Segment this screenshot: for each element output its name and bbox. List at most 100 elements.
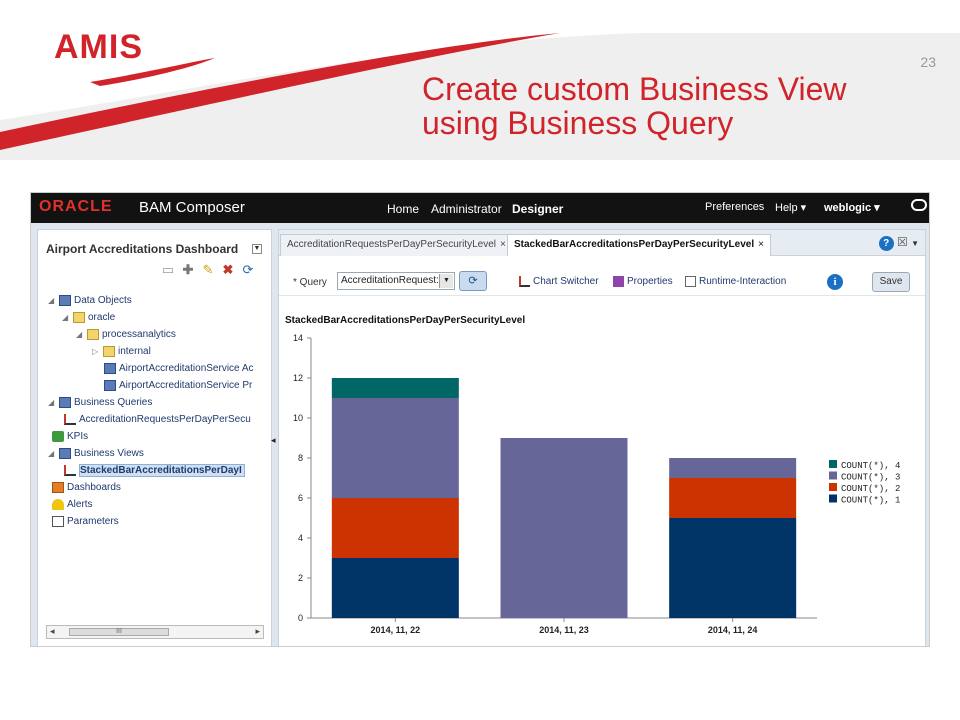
new-folder-icon[interactable]: ▭ <box>158 262 178 278</box>
bar-segment <box>331 398 459 498</box>
query-refresh-button[interactable]: ⟳ <box>459 271 487 291</box>
right-panel: AccreditationRequestsPerDayPerSecurityLe… <box>278 229 926 646</box>
add-icon[interactable]: ✚ <box>178 262 198 278</box>
chart-switcher-icon <box>519 276 530 287</box>
info-icon[interactable]: i <box>827 274 843 290</box>
horizontal-scrollbar[interactable]: ◂ III ▸ <box>46 625 264 639</box>
y-tick-label: 14 <box>293 333 303 343</box>
left-panel: Airport Accreditations Dashboard ▼ ▭ ✚ ✎ ✖ ⟳… <box>37 229 272 646</box>
expanded-icon[interactable]: ◢ <box>48 296 56 305</box>
expanded-icon[interactable]: ◢ <box>48 449 56 458</box>
oracle-logo: ORACLE <box>39 198 113 215</box>
nav-designer[interactable]: Designer <box>512 202 563 216</box>
close-tab-icon[interactable]: × <box>500 239 506 250</box>
scroll-thumb[interactable]: III <box>69 628 169 636</box>
y-tick-label: 2 <box>298 573 303 583</box>
tree-item-kpis[interactable]: KPIs <box>52 428 88 444</box>
slide-title-line2: using Business Query <box>422 105 734 141</box>
bar-segment <box>331 558 459 618</box>
x-tick-label: 2014, 11, 23 <box>539 625 589 635</box>
dashboard-dropdown-icon[interactable]: ▼ <box>252 244 262 254</box>
scroll-right-icon[interactable]: ▸ <box>255 626 260 637</box>
tree-item-accreditation-service-pr[interactable]: AirportAccreditationService Pr <box>104 377 252 393</box>
x-tick-label: 2014, 11, 22 <box>371 625 421 635</box>
bar-segment <box>331 378 459 398</box>
bar-segment <box>669 458 797 478</box>
nav-home[interactable]: Home <box>387 202 419 216</box>
slide-title: Create custom Business View using Busine… <box>422 72 922 140</box>
tab-stacked-bar[interactable]: StackedBarAccreditationsPerDayPerSecurit… <box>507 234 771 256</box>
tree-item-processanalytics[interactable]: ◢ processanalytics <box>76 326 176 342</box>
expanded-icon[interactable]: ◢ <box>48 398 56 407</box>
tree-item-query[interactable]: AccreditationRequestsPerDayPerSecu <box>64 411 251 427</box>
delete-icon[interactable]: ✖ <box>218 262 238 278</box>
kpi-icon <box>52 430 64 442</box>
tree-item-oracle[interactable]: ◢ oracle <box>62 309 115 325</box>
query-select[interactable]: AccreditationRequest: ▼ <box>337 272 455 290</box>
help-menu[interactable]: Help ▾ <box>775 201 806 214</box>
runtime-interaction-icon <box>685 276 696 287</box>
x-tick-label: 2014, 11, 24 <box>708 625 758 635</box>
slide-title-line1: Create custom Business View <box>422 71 847 107</box>
tree-item-business-views[interactable]: ◢ Business Views <box>48 445 144 461</box>
menu-dropdown-icon[interactable]: ▼ <box>911 239 919 248</box>
bar-segment <box>669 478 797 518</box>
query-label: * Query <box>293 277 327 288</box>
properties-icon <box>613 276 624 287</box>
folder-icon <box>73 311 85 323</box>
nav-administrator[interactable]: Administrator <box>431 202 502 216</box>
y-tick-label: 6 <box>298 493 303 503</box>
y-tick-label: 4 <box>298 533 303 543</box>
tree-item-data-objects[interactable]: ◢ Data Objects <box>48 292 132 308</box>
tree-item-internal[interactable]: ▷ internal <box>92 343 151 359</box>
bam-composer-window: ORACLE BAM Composer Home Administrator D… <box>30 192 930 647</box>
user-menu[interactable]: weblogic ▾ <box>824 201 880 214</box>
help-icon[interactable]: ? <box>878 236 894 251</box>
legend-label: COUNT(*), 1 <box>841 496 900 506</box>
tree-item-dashboards[interactable]: Dashboards <box>52 479 121 495</box>
data-objects-icon <box>59 294 71 306</box>
tree-item-business-queries[interactable]: ◢ Business Queries <box>48 394 152 410</box>
folder-icon <box>103 345 115 357</box>
business-views-icon <box>59 447 71 459</box>
collapse-panel-icon[interactable]: ◂ <box>271 435 277 455</box>
tree-item-alerts[interactable]: Alerts <box>52 496 93 512</box>
window-icon[interactable] <box>911 199 927 211</box>
scroll-left-icon[interactable]: ◂ <box>50 626 55 637</box>
tree-item-accreditation-service-ac[interactable]: AirportAccreditationService Ac <box>104 360 254 376</box>
legend-swatch <box>829 483 837 491</box>
data-object-icon <box>104 362 116 374</box>
query-toolbar: * Query AccreditationRequest: ▼ ⟳ Chart S… <box>279 266 925 296</box>
chevron-down-icon[interactable]: ▼ <box>439 274 453 288</box>
collapsed-icon[interactable]: ▷ <box>92 347 100 356</box>
y-tick-label: 8 <box>298 453 303 463</box>
properties-button[interactable]: Properties <box>613 276 673 287</box>
expanded-icon[interactable]: ◢ <box>62 313 70 322</box>
chart-switcher-button[interactable]: Chart Switcher <box>519 276 599 287</box>
legend-swatch <box>829 494 837 503</box>
close-panel-icon[interactable]: ☒ <box>897 235 908 249</box>
runtime-interaction-button[interactable]: Runtime-Interaction <box>685 276 786 287</box>
stacked-bar-chart: 0 2 4 6 8 10 12 14 2014, 11, 22 2014, 11, 23 2014,… <box>293 333 900 635</box>
tree-item-stacked-bar-view[interactable]: StackedBarAccreditationsPerDayI <box>64 462 245 478</box>
refresh-icon[interactable]: ⟳ <box>238 262 258 278</box>
save-button[interactable]: Save <box>872 272 910 292</box>
legend-swatch <box>829 471 837 480</box>
alerts-icon <box>52 498 64 510</box>
tab-accreditation-requests[interactable]: AccreditationRequestsPerDayPerSecurityLe… <box>280 234 513 256</box>
preferences-link[interactable]: Preferences <box>705 201 764 213</box>
expanded-icon[interactable]: ◢ <box>76 330 84 339</box>
edit-icon[interactable]: ✎ <box>198 262 218 278</box>
y-tick-label: 0 <box>298 613 303 623</box>
app-name: BAM Composer <box>139 199 245 216</box>
tree-item-parameters[interactable]: Parameters <box>52 513 119 529</box>
folder-icon <box>87 328 99 340</box>
query-icon <box>64 413 76 425</box>
legend-label: COUNT(*), 3 <box>841 473 900 483</box>
view-title: StackedBarAccreditationsPerDayPerSecurit… <box>285 315 526 326</box>
left-toolbar: ▭ ✚ ✎ ✖ ⟳ <box>158 262 258 278</box>
bar-segment <box>500 438 628 618</box>
slide-number: 23 <box>920 54 936 70</box>
close-tab-icon[interactable]: × <box>758 239 764 250</box>
tab-tools: ? ☒ ▼ <box>878 235 919 251</box>
